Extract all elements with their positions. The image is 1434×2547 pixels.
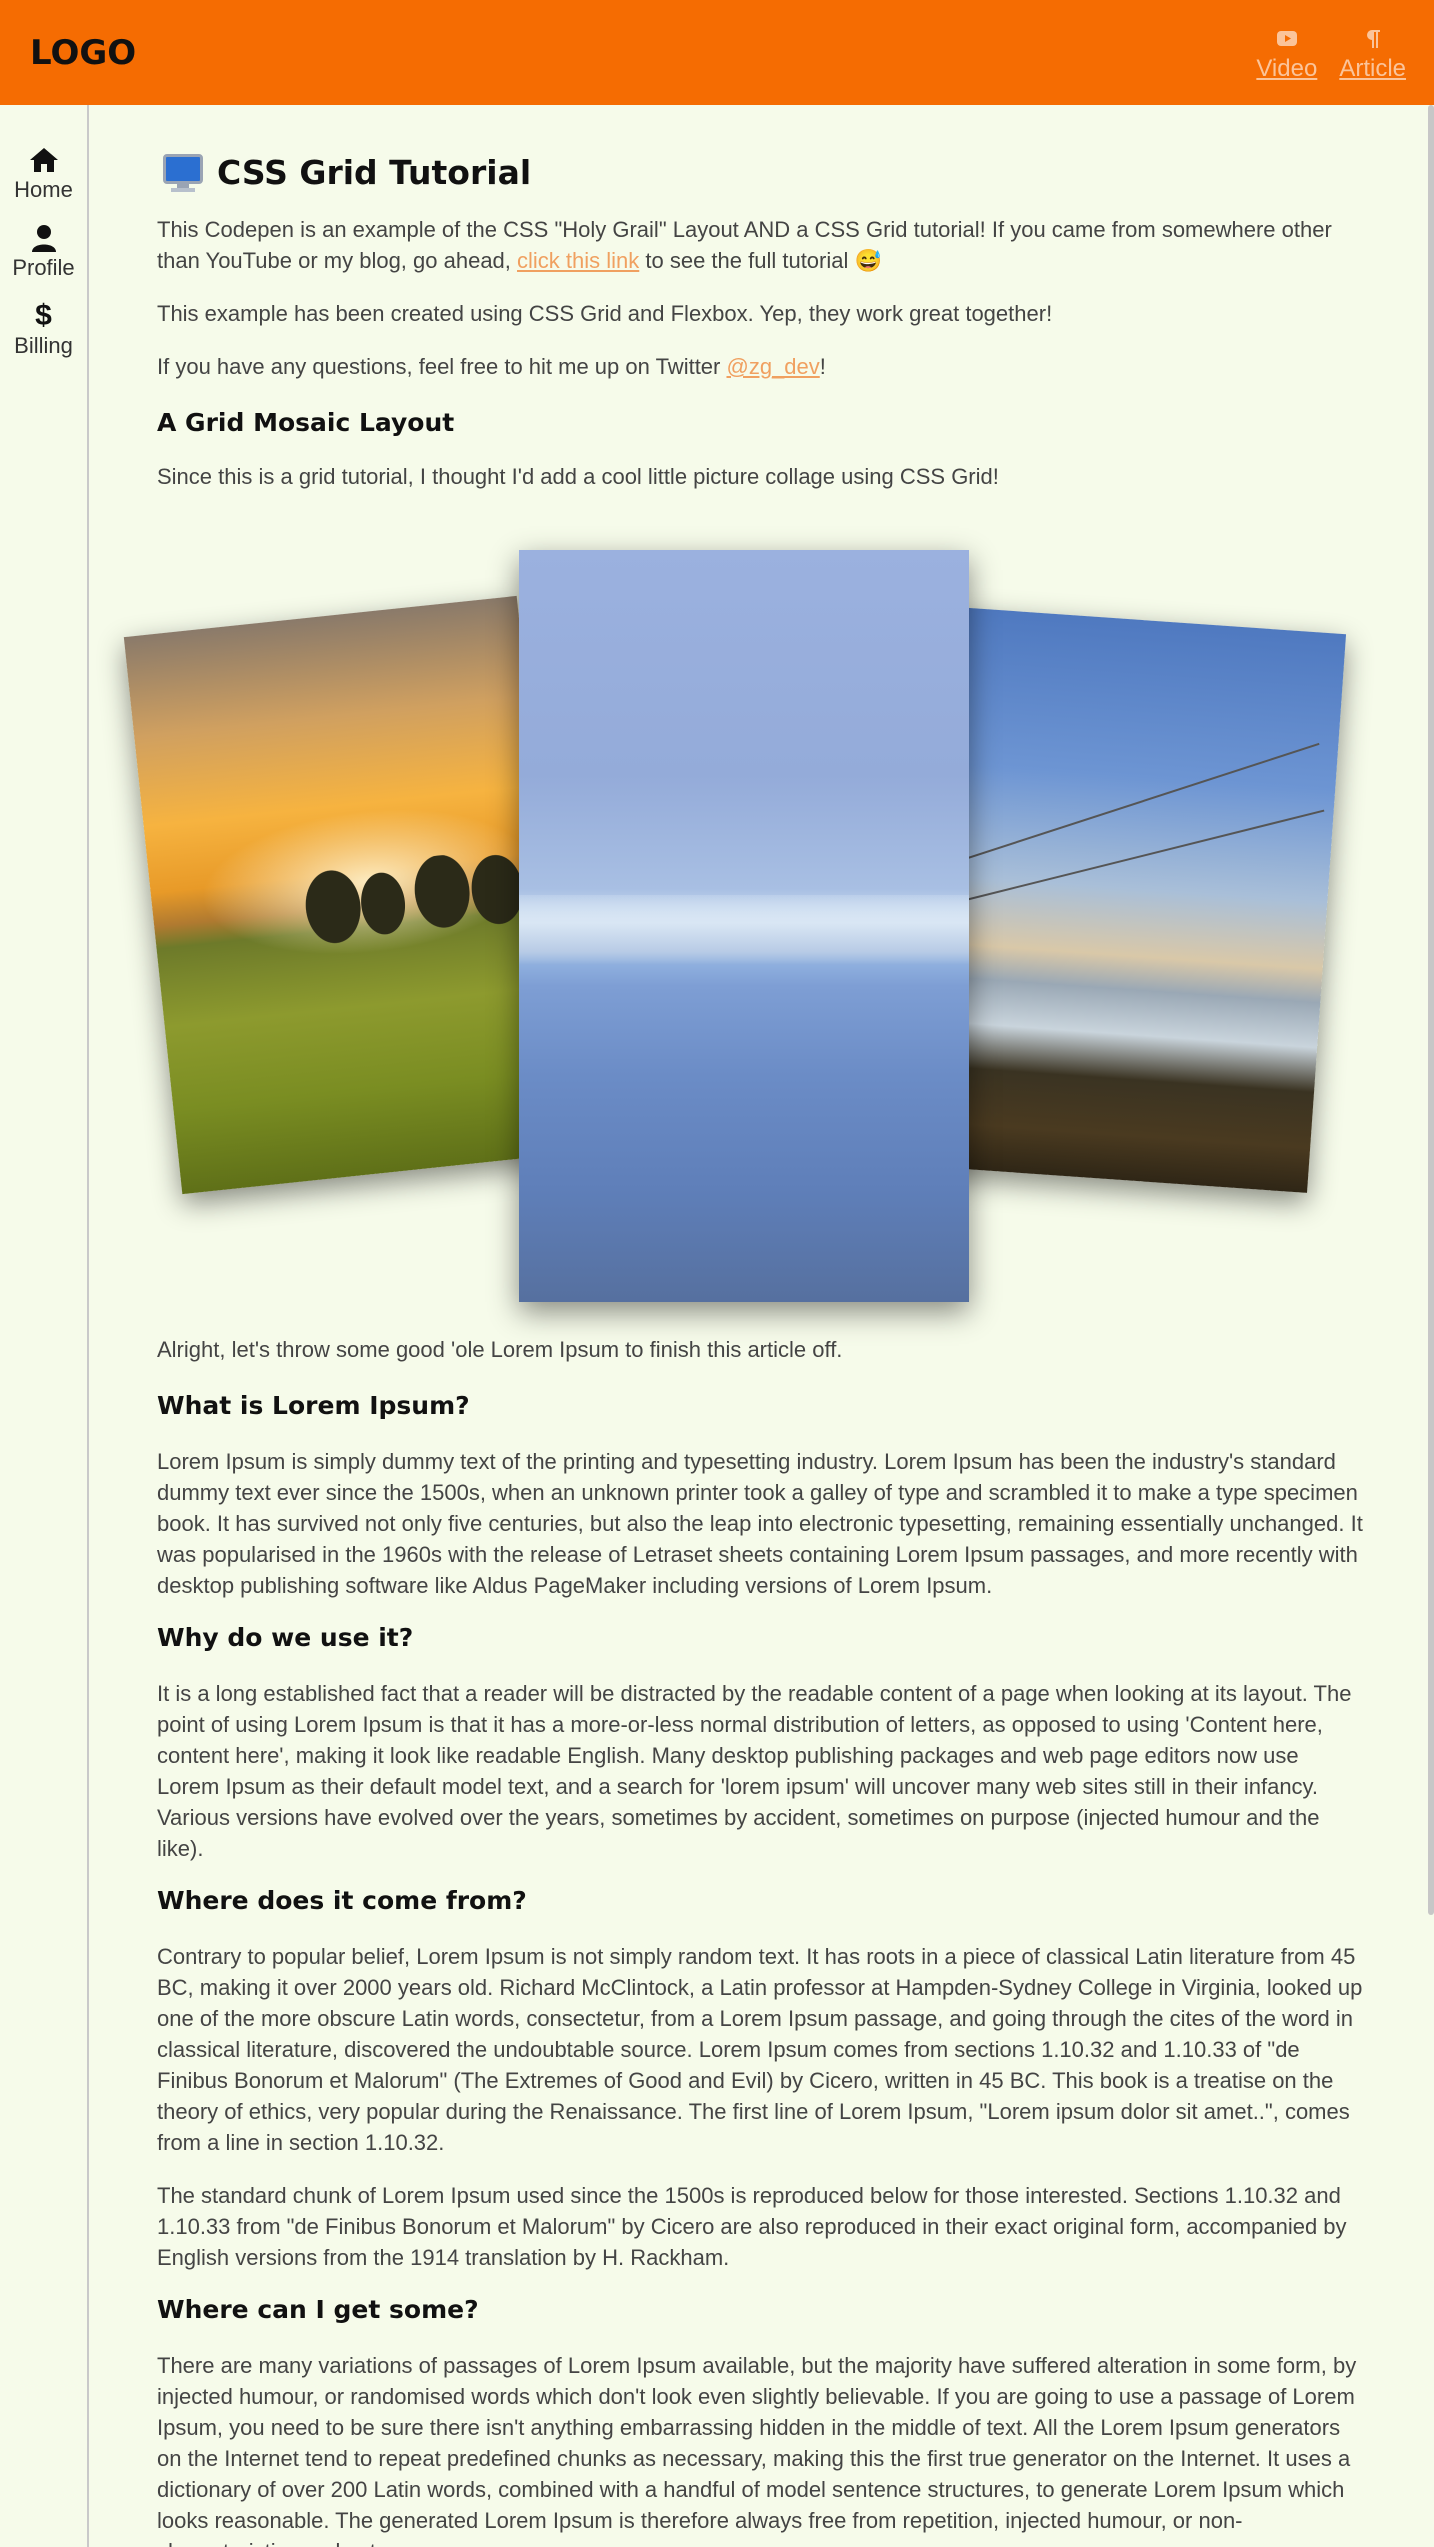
video-link[interactable]: Video xyxy=(1256,29,1317,83)
twitter-link[interactable]: @zg_dev xyxy=(726,354,819,379)
section-paragraph: The standard chunk of Lorem Ipsum used s… xyxy=(157,2183,1347,2270)
sidebar-item-label: Profile xyxy=(12,255,75,280)
section-heading: Where can I get some? xyxy=(157,2295,479,2324)
video-link-label: Video xyxy=(1256,54,1318,82)
sidebar: Home Profile $ Billing xyxy=(0,105,89,2547)
section-heading: What is Lorem Ipsum? xyxy=(157,1391,470,1420)
user-icon xyxy=(31,223,56,253)
section-heading: Where does it come from? xyxy=(157,1886,527,1915)
glacier-lake-photo xyxy=(519,550,969,1302)
intro-paragraph-2: This example has been created using CSS … xyxy=(157,301,1053,326)
logo[interactable]: LOGO xyxy=(30,33,136,73)
contact-text: If you have any questions, feel free to … xyxy=(157,354,727,379)
section-heading: Why do we use it? xyxy=(157,1623,414,1652)
tutorial-link[interactable]: click this link xyxy=(517,248,639,273)
sidebar-item-label: Home xyxy=(14,177,73,202)
section-paragraph: It is a long established fact that a rea… xyxy=(157,1681,1352,1861)
sidebar-item-profile[interactable]: Profile xyxy=(0,223,87,281)
sidebar-item-home[interactable]: Home xyxy=(0,145,87,203)
intro-text-end: to see the full tutorial 😅 xyxy=(639,248,882,273)
contact-text-end: ! xyxy=(819,354,826,379)
article-link[interactable]: Article xyxy=(1339,29,1406,83)
intro-paragraph-1: This Codepen is an example of the CSS "H… xyxy=(157,214,1367,276)
intro-paragraph-3: If you have any questions, feel free to … xyxy=(157,351,1367,382)
computer-icon xyxy=(163,153,203,192)
title-row: CSS Grid Tutorial xyxy=(157,153,1367,192)
scrollbar[interactable] xyxy=(1428,105,1434,1915)
lorem-intro: Alright, let's throw some good 'ole Lore… xyxy=(157,1337,843,1362)
top-header: LOGO Video Article xyxy=(0,0,1434,105)
paragraph-icon xyxy=(1366,29,1380,49)
section-paragraph: There are many variations of passages of… xyxy=(157,2353,1357,2547)
photo-mosaic xyxy=(123,520,1367,1320)
page-title: CSS Grid Tutorial xyxy=(217,153,532,192)
section-paragraph: Lorem Ipsum is simply dummy text of the … xyxy=(157,1449,1363,1598)
youtube-icon xyxy=(1276,29,1297,49)
sunset-field-photo xyxy=(123,595,576,1195)
mosaic-heading: A Grid Mosaic Layout xyxy=(157,408,455,437)
sidebar-item-billing[interactable]: $ Billing xyxy=(0,301,87,359)
header-links: Video Article xyxy=(1256,23,1406,83)
sidebar-item-label: Billing xyxy=(14,333,73,358)
main-content: CSS Grid Tutorial This Codepen is an exa… xyxy=(123,105,1367,2547)
article-link-label: Article xyxy=(1339,54,1406,82)
dollar-icon: $ xyxy=(35,299,52,332)
mosaic-text: Since this is a grid tutorial, I thought… xyxy=(157,464,999,489)
home-icon xyxy=(29,145,59,175)
mountain-lake-photo xyxy=(917,607,1347,1193)
section-paragraph: Contrary to popular belief, Lorem Ipsum … xyxy=(157,1944,1363,2155)
